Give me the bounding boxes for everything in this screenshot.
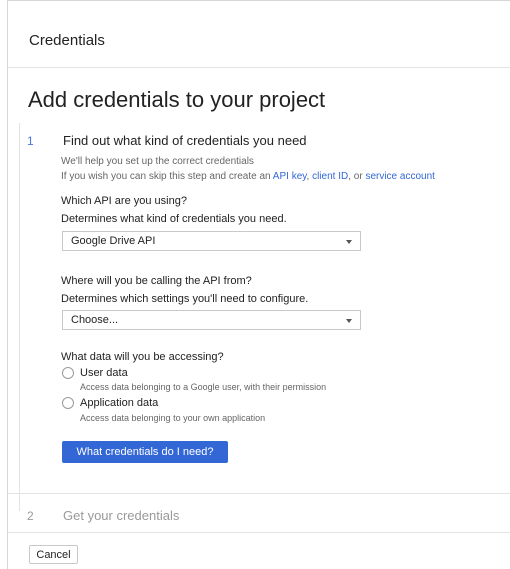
footer-divider — [8, 532, 510, 533]
top-bar: Credentials — [8, 1, 510, 68]
what-credentials-button[interactable]: What credentials do I need? — [62, 441, 228, 463]
step-1-number: 1 — [27, 134, 34, 148]
chevron-down-icon — [346, 319, 352, 323]
skip-text-prefix: If you wish you can skip this step and c… — [61, 171, 273, 182]
api-key-link[interactable]: API key — [273, 171, 307, 182]
credentials-panel: Credentials Add credentials to your proj… — [7, 0, 510, 569]
application-data-radio[interactable] — [62, 397, 74, 409]
user-data-label[interactable]: User data — [80, 367, 128, 379]
step-1-skip-text: If you wish you can skip this step and c… — [61, 171, 435, 182]
top-bar-title: Credentials — [29, 32, 105, 49]
where-question-description: Determines which settings you'll need to… — [61, 293, 309, 305]
step-1-help-text: We'll help you set up the correct creden… — [61, 156, 254, 167]
step-2-number: 2 — [27, 509, 34, 523]
step-2-title[interactable]: Get your credentials — [63, 508, 179, 523]
data-question-label: What data will you be accessing? — [61, 351, 224, 363]
client-id-link[interactable]: client ID — [312, 171, 348, 182]
chevron-down-icon — [346, 240, 352, 244]
application-data-label[interactable]: Application data — [80, 397, 158, 409]
api-question-description: Determines what kind of credentials you … — [61, 213, 287, 225]
where-question-label: Where will you be calling the API from? — [61, 275, 252, 287]
service-account-link[interactable]: service account — [365, 171, 434, 182]
step-divider — [8, 493, 510, 494]
api-select[interactable]: Google Drive API — [62, 231, 361, 251]
step-1-title: Find out what kind of credentials you ne… — [63, 133, 307, 148]
api-question-label: Which API are you using? — [61, 195, 187, 207]
user-data-description: Access data belonging to a Google user, … — [80, 382, 327, 392]
user-data-radio[interactable] — [62, 367, 74, 379]
page-title: Add credentials to your project — [28, 87, 326, 112]
cancel-button[interactable]: Cancel — [29, 545, 78, 564]
separator-2: , or — [348, 171, 366, 182]
api-select-value: Google Drive API — [71, 235, 156, 247]
platform-select-value: Choose... — [71, 314, 119, 326]
platform-select[interactable]: Choose... — [62, 310, 361, 330]
application-data-description: Access data belonging to your own applic… — [80, 413, 266, 423]
step-connector-line — [19, 123, 20, 511]
